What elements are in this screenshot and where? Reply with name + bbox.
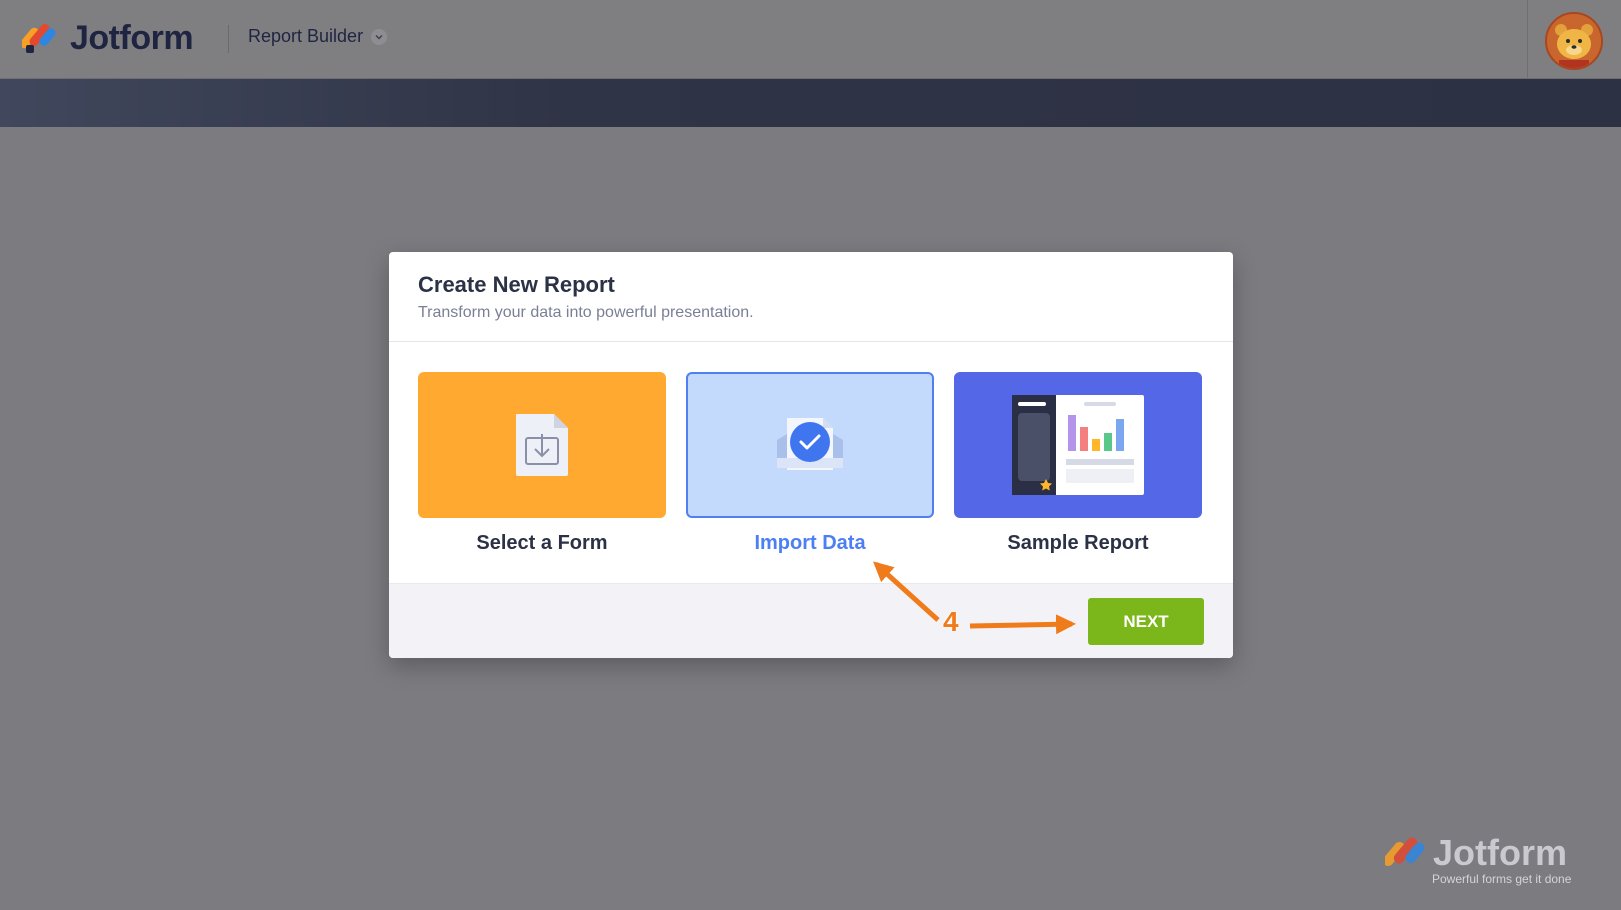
step-number: 4	[943, 606, 959, 637]
sample-report-icon	[1012, 395, 1144, 495]
brand-logo[interactable]: Jotform	[22, 18, 194, 58]
option-select-form[interactable]: Select a Form	[418, 372, 666, 562]
account-area	[1527, 0, 1621, 78]
option-label: Select a Form	[476, 532, 608, 554]
option-import-data[interactable]: Import Data	[686, 372, 934, 562]
option-label: Import Data	[754, 532, 866, 554]
modal-title: Create New Report	[418, 272, 615, 297]
option-tile[interactable]	[418, 372, 666, 518]
import-check-icon	[777, 418, 843, 470]
jotform-watermark: Jotform Powerful forms get it done	[1385, 832, 1585, 892]
modal-subtitle: Transform your data into powerful presen…	[418, 304, 754, 321]
next-button[interactable]: NEXT	[1088, 598, 1204, 645]
option-sample-report[interactable]: Sample Report	[954, 372, 1202, 562]
app-name: Report Builder	[248, 26, 364, 46]
toolbar-stripe	[0, 79, 1621, 127]
watermark-name: Jotform	[1433, 832, 1567, 873]
chevron-down-icon	[371, 28, 388, 45]
modal-header: Create New Report Transform your data in…	[389, 252, 1233, 342]
jotform-logo-icon	[22, 23, 56, 53]
watermark-tagline: Powerful forms get it done	[1432, 872, 1572, 886]
avatar[interactable]	[1545, 12, 1603, 70]
brand-name: Jotform	[70, 18, 194, 57]
avatar-bear-icon	[1547, 14, 1601, 68]
top-bar: Jotform Report Builder	[0, 0, 1621, 79]
watermark-logo-icon	[1385, 837, 1425, 867]
option-tile[interactable]	[954, 372, 1202, 518]
app-switcher[interactable]: Report Builder	[248, 26, 388, 47]
modal-footer: NEXT	[389, 583, 1233, 658]
create-report-modal: Create New Report Transform your data in…	[389, 252, 1233, 658]
header-divider	[228, 25, 229, 53]
report-source-options: Select a Form Import Data Sample Report	[418, 372, 1204, 562]
form-download-icon	[516, 414, 568, 476]
option-tile[interactable]	[686, 372, 934, 518]
option-label: Sample Report	[1007, 532, 1149, 554]
